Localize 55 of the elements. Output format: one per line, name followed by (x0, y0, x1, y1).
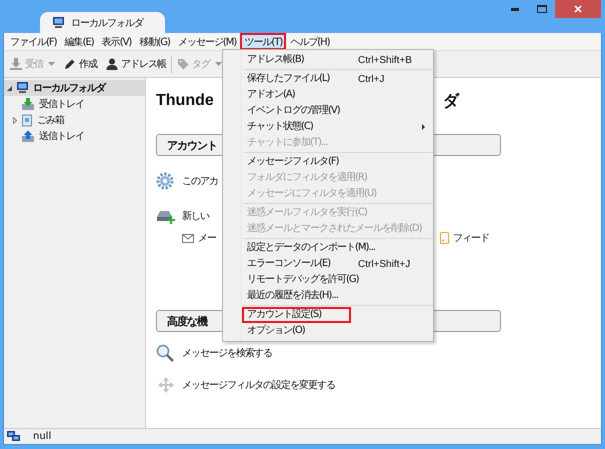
toolbar-button[interactable]: アドレス帳 (102, 55, 170, 73)
status-text: null (33, 431, 52, 442)
inbox-icon (21, 98, 35, 110)
menu-item[interactable]: メッセージフィルタ(F) (223, 154, 433, 170)
menu-item[interactable]: メッセージ(M) (174, 33, 240, 50)
drive-plus-icon (156, 208, 176, 224)
menu-item[interactable]: 設定とデータのインポート(M)... (223, 240, 433, 256)
account-type-link[interactable]: フィード (453, 231, 489, 245)
gear-icon (156, 172, 174, 190)
menu-item[interactable]: 最近の履歴を消去(H)... (223, 288, 433, 304)
computer-icon (16, 82, 29, 94)
maximize-icon (536, 5, 546, 13)
close-icon (574, 5, 582, 13)
expanded-arrow-icon (7, 86, 12, 90)
menu-item[interactable]: ツール(T) (240, 33, 286, 50)
menu-item[interactable]: ヘルプ(H) (286, 33, 334, 50)
outbox-icon (21, 130, 35, 142)
submenu-arrow-icon (422, 124, 425, 130)
menu-item[interactable]: 編集(E) (60, 33, 98, 50)
menu-item[interactable]: アドレス帳(B) Ctrl+Shift+B (223, 52, 433, 68)
tag-icon (177, 58, 189, 70)
search-icon (156, 344, 174, 362)
menu-item[interactable]: エラーコンソール(E) Ctrl+Shift+J (223, 256, 433, 272)
window-tab[interactable]: ローカルフォルダ (40, 12, 165, 33)
folder-item[interactable]: 受信トレイ (4, 96, 145, 112)
page-heading: ダ (443, 92, 459, 112)
account-type-link[interactable]: メー (198, 231, 216, 245)
envelope-icon (182, 234, 194, 242)
menu-item[interactable]: リモートデバッグを許可(G) (223, 272, 433, 288)
menu-item[interactable]: チャット状態(C) (223, 119, 433, 135)
toolbar-button[interactable]: 作成 (60, 55, 101, 73)
menu-item[interactable]: アドオン(A) (223, 87, 433, 103)
trash-icon (21, 114, 33, 126)
folder-item[interactable]: ローカルフォルダ (4, 80, 145, 96)
pencil-icon (64, 58, 76, 70)
folder-item[interactable]: 送信トレイ (4, 128, 145, 144)
menu-item[interactable]: ファイル(F) (6, 33, 61, 50)
action-link[interactable]: このアカ (182, 174, 218, 188)
menu-item[interactable]: 保存したファイル(L) Ctrl+J (223, 71, 433, 87)
arrows-icon (156, 377, 176, 393)
folder-item[interactable]: ごみ箱 (4, 112, 145, 128)
action-link[interactable]: 新しい (182, 209, 209, 223)
collapsed-arrow-icon (13, 116, 17, 124)
page-heading: Thunde (156, 92, 214, 110)
person-icon (106, 58, 118, 70)
action-link[interactable]: メッセージフィルタの設定を変更する (182, 378, 335, 392)
minimize-icon (510, 8, 518, 10)
computer-icon (52, 16, 65, 28)
close-button[interactable] (555, 0, 601, 18)
download-icon (10, 58, 22, 70)
menu-item[interactable]: 表示(V) (98, 33, 136, 50)
menu-item[interactable]: 移動(G) (135, 33, 174, 50)
computers-icon (7, 431, 21, 442)
action-link[interactable]: メッセージを検索する (182, 346, 272, 360)
menu-item[interactable]: イベントログの管理(V) (223, 103, 433, 119)
